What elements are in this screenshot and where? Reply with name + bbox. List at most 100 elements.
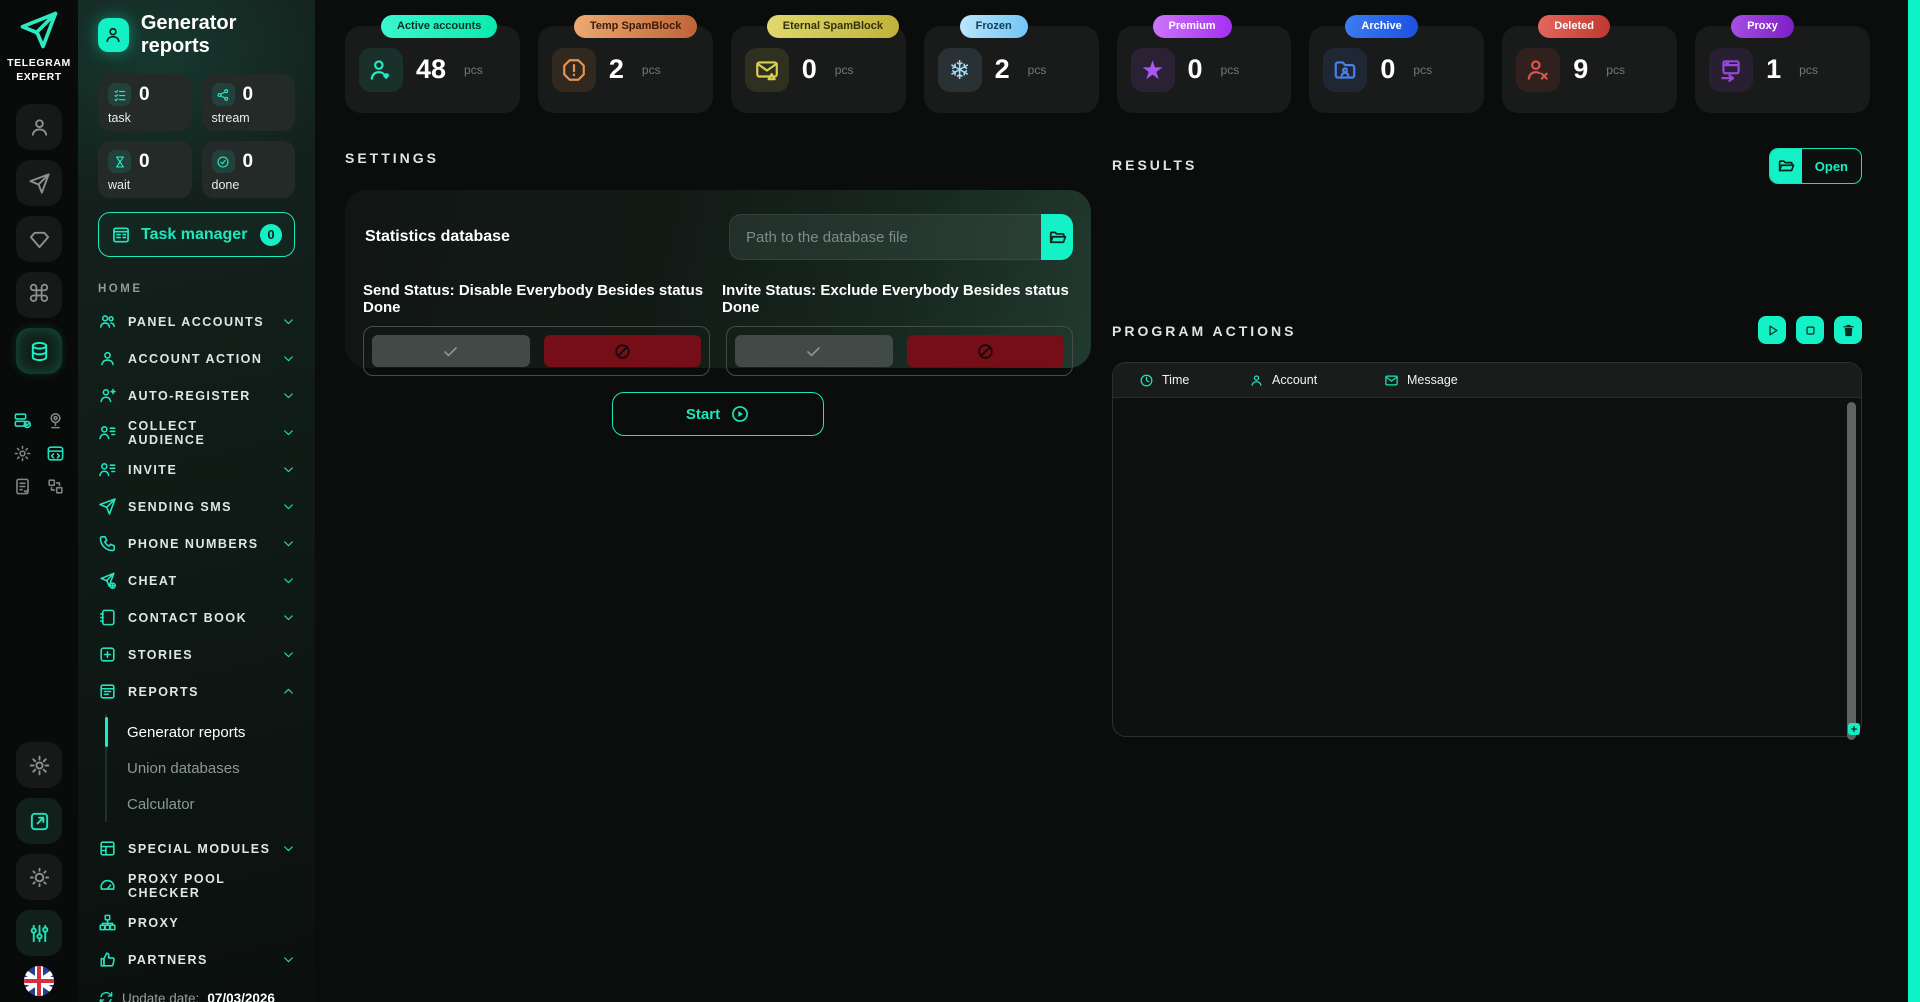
premium-rail-button[interactable]: [16, 216, 62, 262]
invite-status-toggle: [726, 326, 1073, 376]
person-icon: [103, 25, 123, 45]
play-icon: [1765, 323, 1780, 338]
settings-section: SETTINGS Statistics database Send Status…: [345, 150, 1091, 436]
language-flag-button[interactable]: [24, 966, 54, 996]
sidebar-item-account-action[interactable]: ACCOUNT ACTION: [98, 340, 295, 377]
stat-card-premium[interactable]: Premium ★ 0pcs: [1117, 26, 1292, 113]
chevron-up-icon: [282, 685, 295, 698]
account-stat-cards: Active accounts 48pcs Temp SpamBlock 2pc…: [345, 14, 1870, 113]
wait-label: wait: [108, 178, 182, 192]
sidebar-item-cheat[interactable]: CHEAT: [98, 562, 295, 599]
sliders-icon: [28, 922, 51, 945]
nav-label: SPECIAL MODULES: [128, 842, 270, 856]
webcam-person-icon[interactable]: [46, 410, 66, 430]
task-manager-button[interactable]: Task manager 0: [98, 212, 295, 257]
clear-log-button[interactable]: [1834, 316, 1862, 344]
sidebar-item-collect-audience[interactable]: COLLECT AUDIENCE: [98, 414, 295, 451]
stat-card-temp-spamblock[interactable]: Temp SpamBlock 2pcs: [538, 26, 713, 113]
browse-folder-button[interactable]: [1041, 214, 1073, 260]
nav-label: PROXY: [128, 916, 179, 930]
invite-status-block-button[interactable]: [907, 335, 1065, 367]
sidebar-item-special-modules[interactable]: SPECIAL MODULES: [98, 830, 295, 867]
task-count: 0: [139, 84, 150, 106]
nav-label: CHEAT: [128, 574, 178, 588]
task-chip: 0 task: [98, 74, 192, 131]
stat-card-active-accounts[interactable]: Active accounts 48pcs: [345, 26, 520, 113]
nav-label: PHONE NUMBERS: [128, 537, 259, 551]
results-heading: RESULTS: [1112, 157, 1197, 173]
document-check-icon[interactable]: [13, 476, 33, 496]
sidebar-item-panel-accounts[interactable]: PANEL ACCOUNTS: [98, 303, 295, 340]
invite-status-allow-button[interactable]: [735, 335, 893, 367]
accounts-rail-button[interactable]: [16, 104, 62, 150]
external-link-button[interactable]: [16, 798, 62, 844]
nav-label: CONTACT BOOK: [128, 611, 247, 625]
person-icon: [1249, 373, 1264, 388]
gauge-icon: [98, 876, 117, 895]
stop-icon: [1803, 323, 1818, 338]
swap-boxes-icon[interactable]: [46, 476, 66, 496]
sidebar-item-invite[interactable]: INVITE: [98, 451, 295, 488]
block-icon: [613, 342, 632, 361]
stat-card-archive[interactable]: Archive 0pcs: [1309, 26, 1484, 113]
theme-button[interactable]: [16, 854, 62, 900]
submenu-calculator[interactable]: Calculator: [107, 786, 295, 822]
stat-card-frozen[interactable]: Frozen ❄ 2pcs: [924, 26, 1099, 113]
stat-card-deleted[interactable]: Deleted 9pcs: [1502, 26, 1677, 113]
program-actions-table: Time Account Message: [1112, 362, 1862, 737]
star-icon: ★: [1131, 48, 1175, 92]
open-results-button[interactable]: Open: [1769, 148, 1862, 184]
hourglass-icon: [108, 150, 131, 173]
nav-menu: PANEL ACCOUNTS ACCOUNT ACTION AUTO-REGIS…: [98, 303, 295, 978]
results-section: RESULTS Open PROGRAM ACTIONS Time Accoun…: [1112, 148, 1862, 184]
chevron-down-icon: [282, 426, 295, 439]
database-path-input[interactable]: [729, 214, 1041, 260]
database-rail-button[interactable]: [16, 328, 62, 374]
start-button[interactable]: Start: [612, 392, 824, 436]
scrollbar-thumb[interactable]: [1847, 402, 1856, 740]
server-check-icon[interactable]: [13, 410, 33, 430]
stream-chip: 0 stream: [202, 74, 296, 131]
update-date-label: Update date:: [122, 991, 199, 1002]
chevron-down-icon: [282, 500, 295, 513]
stat-card-eternal-spamblock[interactable]: Eternal SpamBlock 0pcs: [731, 26, 906, 113]
person-heart-icon: [359, 48, 403, 92]
page-avatar: [98, 18, 129, 52]
sidebar-item-proxy[interactable]: PROXY: [98, 904, 295, 941]
sending-rail-button[interactable]: [16, 160, 62, 206]
modules-rail-button[interactable]: ⌘: [16, 272, 62, 318]
modules-icon: [98, 839, 117, 858]
settings-heading: SETTINGS: [345, 150, 1091, 166]
task-manager-label: Task manager: [141, 226, 247, 244]
send-status-allow-button[interactable]: [372, 335, 530, 367]
sidebar-item-proxy-pool-checker[interactable]: PROXY POOL CHECKER: [98, 867, 295, 904]
chevron-down-icon: [282, 315, 295, 328]
page-title: Generator reports: [141, 12, 295, 58]
sidebar-item-auto-register[interactable]: AUTO-REGISTER: [98, 377, 295, 414]
code-window-icon[interactable]: [46, 443, 66, 463]
sidebar-item-phone-numbers[interactable]: PHONE NUMBERS: [98, 525, 295, 562]
submenu-generator-reports[interactable]: Generator reports: [107, 714, 295, 750]
sidebar-item-partners[interactable]: PARTNERS: [98, 941, 295, 978]
settings-card: Statistics database Send Status: Disable…: [345, 190, 1091, 368]
sidebar-item-sending-sms[interactable]: SENDING SMS: [98, 488, 295, 525]
right-edge-scrollbar[interactable]: [1908, 0, 1920, 1002]
sidebar-item-stories[interactable]: STORIES: [98, 636, 295, 673]
stream-count: 0: [243, 84, 254, 106]
sidebar-item-reports[interactable]: REPORTS: [98, 673, 295, 710]
checklist-icon: [108, 83, 131, 106]
nav-label: REPORTS: [128, 685, 199, 699]
filters-button[interactable]: [16, 910, 62, 956]
run-button[interactable]: [1758, 316, 1786, 344]
table-scrollbar[interactable]: [1847, 402, 1856, 716]
sidebar-item-contact-book[interactable]: CONTACT BOOK: [98, 599, 295, 636]
gear-small-icon[interactable]: [13, 443, 33, 463]
submenu-union-databases[interactable]: Union databases: [107, 750, 295, 786]
settings-rail-button[interactable]: [16, 742, 62, 788]
task-counters: 0 task 0 stream 0 wait 0 done: [98, 74, 295, 198]
resize-handle[interactable]: [1848, 723, 1860, 735]
stop-button[interactable]: [1796, 316, 1824, 344]
stat-card-proxy[interactable]: Proxy 1pcs: [1695, 26, 1870, 113]
done-label: done: [212, 178, 286, 192]
send-status-block-button[interactable]: [544, 335, 702, 367]
